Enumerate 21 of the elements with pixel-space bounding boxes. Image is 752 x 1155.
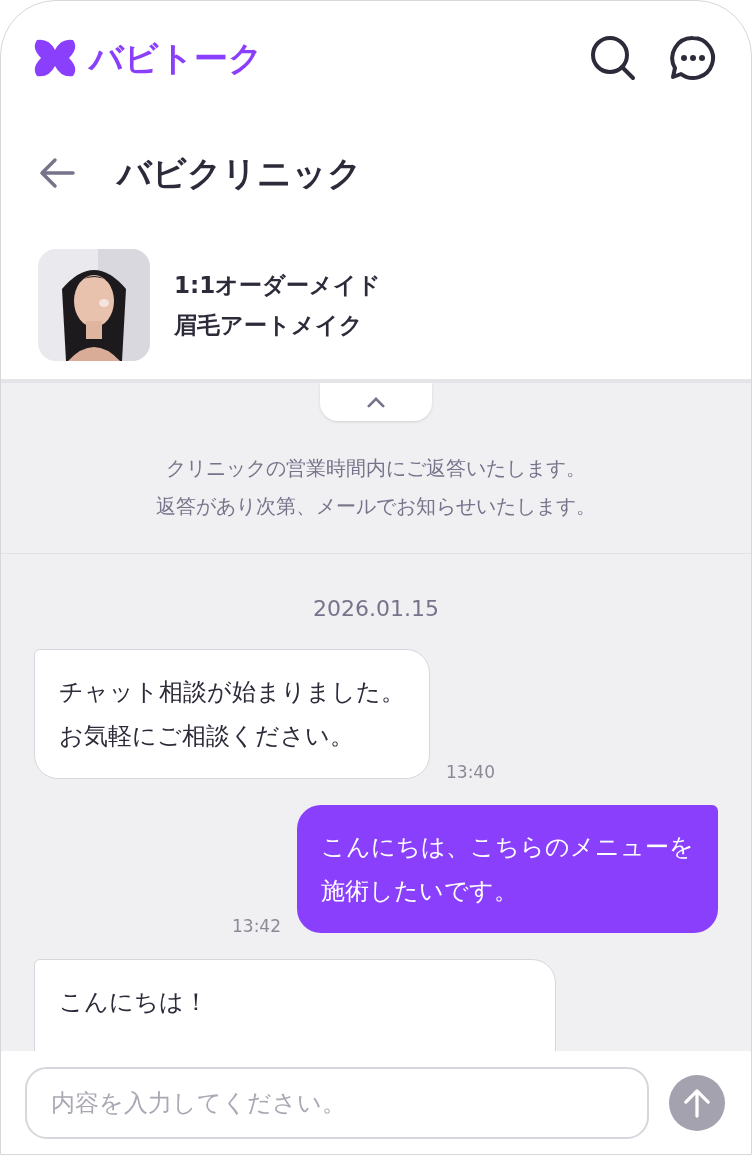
message-time: 13:40 (446, 760, 495, 784)
search-icon[interactable] (589, 34, 637, 82)
chevron-up-icon (367, 396, 385, 408)
arrow-up-icon (683, 1087, 711, 1118)
date-label: 2026.01.15 (313, 595, 439, 623)
message-text: こんにちは！ (59, 987, 209, 1018)
message-text: こんにちは、こちらのメニューを (321, 832, 694, 863)
chat-bubble-icon[interactable] (669, 34, 717, 82)
logo-icon (33, 38, 77, 78)
chat-title: バビクリニック (117, 151, 362, 195)
notice-text: クリニックの営業時間内にご返答いたします。 (166, 455, 586, 482)
message-text: 施術したいです。 (321, 876, 519, 907)
message-text: チャット相談が始まりました。 (59, 677, 405, 708)
product-title: 1:1オーダーメイド (174, 271, 382, 300)
app-logo-text: バビトーク (89, 36, 263, 80)
message-time: 13:42 (232, 914, 281, 938)
message-input[interactable]: 内容を入力してください。 (25, 1066, 649, 1139)
message-text: お気軽にご相談ください。 (59, 721, 355, 752)
notice-text: 返答があり次第、メールでお知らせいたします。 (156, 493, 596, 520)
back-arrow-icon[interactable] (39, 157, 75, 189)
product-title: 眉毛アートメイク (174, 311, 364, 340)
